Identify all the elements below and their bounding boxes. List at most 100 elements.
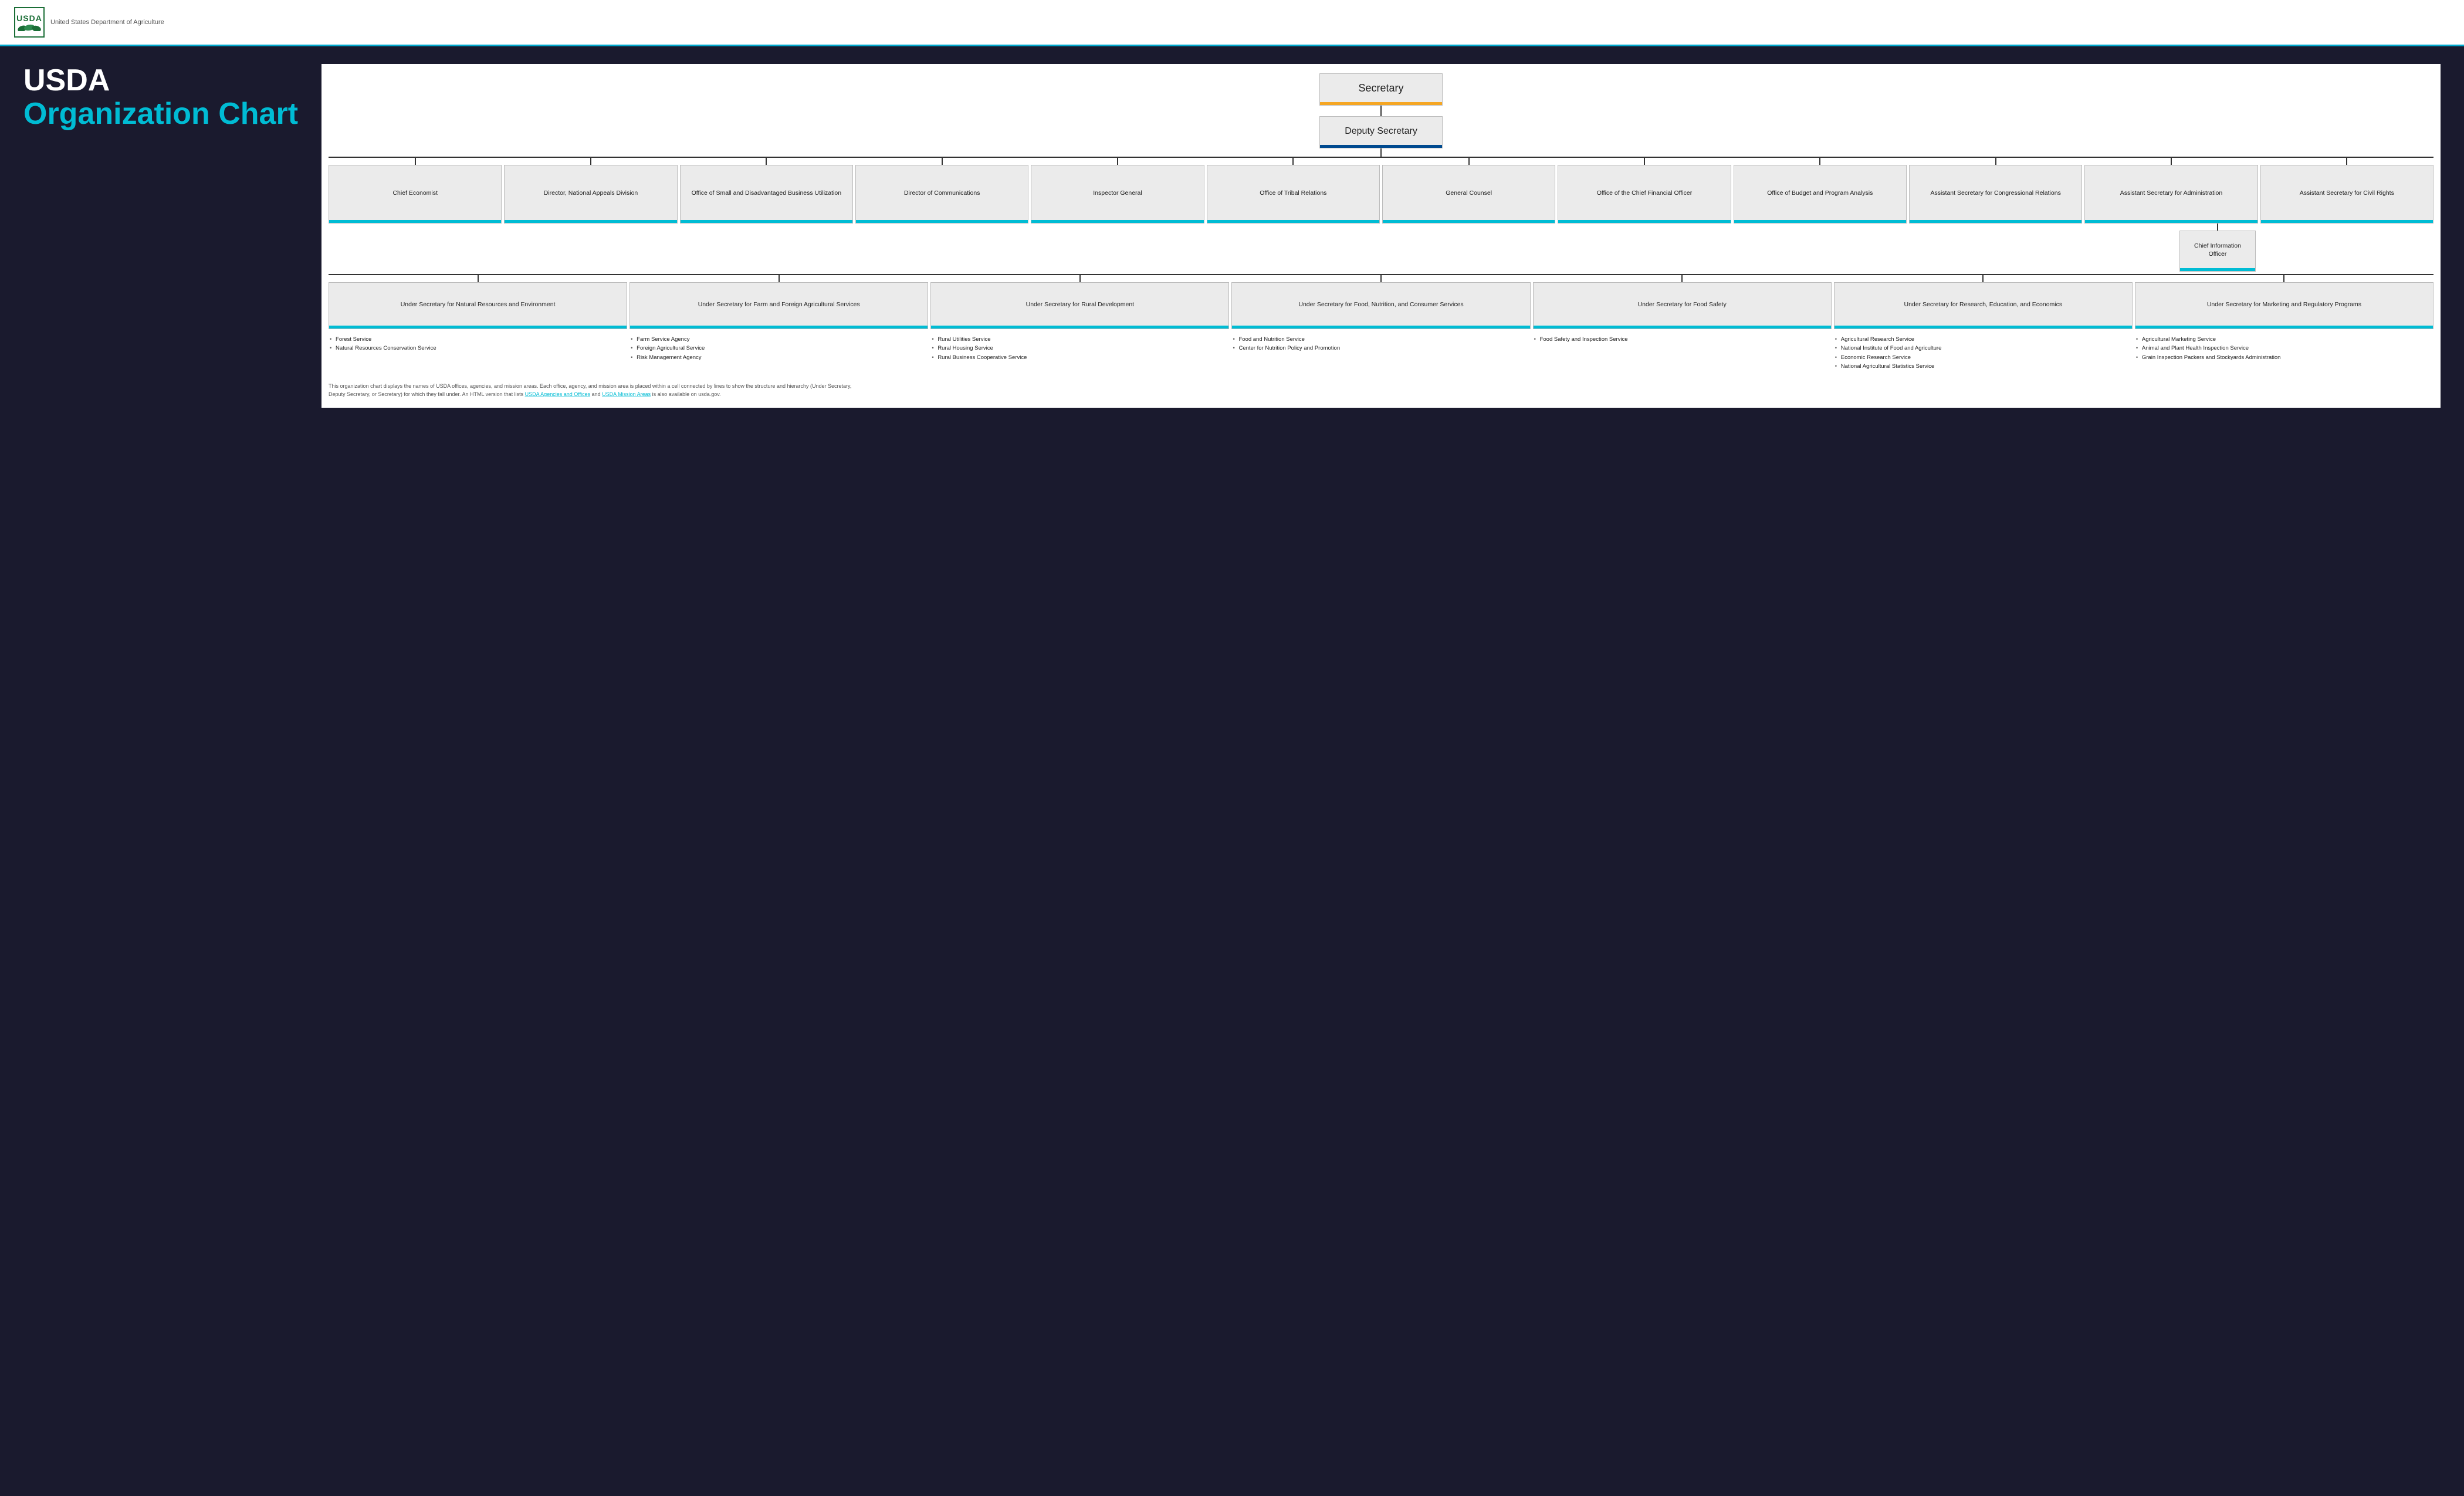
cio-vline <box>2217 224 2218 231</box>
level2-boxes-row: Under Secretary for Natural Resources an… <box>329 282 2433 329</box>
usec-rural-bar <box>931 326 1228 329</box>
director-comm-label: Director of Communications <box>898 165 986 220</box>
asst-sec-admin-bar <box>2085 220 2257 223</box>
office-tribal-label: Office of Tribal Relations <box>1254 165 1332 220</box>
inspector-general-box: Inspector General <box>1031 165 1204 224</box>
footer-text2: and <box>590 391 602 397</box>
chart-title: USDA Organization Chart <box>23 64 298 131</box>
agencies-rural: Rural Utilities Service Rural Housing Se… <box>930 333 1229 373</box>
office-bpa-box: Office of Budget and Program Analysis <box>1734 165 1907 224</box>
usec-rural-box: Under Secretary for Rural Development <box>930 282 1229 329</box>
usec-natural-label: Under Secretary for Natural Resources an… <box>395 283 561 326</box>
agencies-food-nutrition: Food and Nutrition Service Center for Nu… <box>1231 333 1530 373</box>
asst-sec-congressional-bar <box>1910 220 2081 223</box>
level1-boxes-row: Chief Economist Director, National Appea… <box>329 165 2433 224</box>
title-line1: USDA <box>23 64 298 97</box>
fns: Food and Nutrition Service <box>1233 335 1529 344</box>
office-cfo-bar <box>1558 220 1730 223</box>
director-nad-label: Director, National Appeals Division <box>538 165 644 220</box>
title-line2: Organization Chart <box>23 97 298 131</box>
gipsa: Grain Inspection Packers and Stockyards … <box>2136 353 2432 362</box>
office-cfo-label: Office of the Chief Financial Officer <box>1591 165 1698 220</box>
usec-marketing-bar <box>2135 326 2433 329</box>
logo-icon <box>18 23 41 31</box>
inspector-general-label: Inspector General <box>1087 165 1148 220</box>
usec-marketing-label: Under Secretary for Marketing and Regula… <box>2201 283 2367 326</box>
usec-rural-label: Under Secretary for Rural Development <box>1020 283 1140 326</box>
cnpp: Center for Nutrition Policy and Promotio… <box>1233 344 1529 353</box>
rus: Rural Utilities Service <box>932 335 1228 344</box>
rhs: Rural Housing Service <box>932 344 1228 353</box>
office-sdbu-bar <box>681 220 852 223</box>
v-line-2-wrap <box>329 148 2433 157</box>
level1-connector-area <box>329 148 2433 165</box>
deputy-bar <box>1320 145 1442 148</box>
usec-research-bar <box>1835 326 2132 329</box>
nrcs: Natural Resources Conservation Service <box>330 344 626 353</box>
fsa: Farm Service Agency <box>631 335 927 344</box>
usec-food-nutrition-label: Under Secretary for Food, Nutrition, and… <box>1292 283 1469 326</box>
rbcs: Rural Business Cooperative Service <box>932 353 1228 362</box>
asst-sec-civil-bar <box>2261 220 2433 223</box>
office-sdbu-label: Office of Small and Disadvantaged Busine… <box>686 165 847 220</box>
deputy-box: Deputy Secretary <box>1319 116 1443 148</box>
office-cfo-box: Office of the Chief Financial Officer <box>1558 165 1731 224</box>
agencies-farm: Farm Service Agency Foreign Agricultural… <box>629 333 928 373</box>
cio-box: Chief Information Officer <box>2179 231 2256 272</box>
general-counsel-box: General Counsel <box>1382 165 1555 224</box>
office-sdbu-box: Office of Small and Disadvantaged Busine… <box>680 165 853 224</box>
agencies-natural: Forest Service Natural Resources Conserv… <box>329 333 627 373</box>
director-comm-bar <box>856 220 1028 223</box>
usec-farm-box: Under Secretary for Farm and Foreign Agr… <box>629 282 928 329</box>
secretary-label: Secretary <box>1353 74 1410 102</box>
ams: Agricultural Marketing Service <box>2136 335 2432 344</box>
secretary-section: Secretary Deputy Secretary <box>329 73 2433 148</box>
usec-farm-label: Under Secretary for Farm and Foreign Agr… <box>692 283 866 326</box>
usec-food-nutrition-box: Under Secretary for Food, Nutrition, and… <box>1231 282 1530 329</box>
usda-logo: USDA United States Department of Agricul… <box>14 7 164 38</box>
inspector-general-bar <box>1031 220 1203 223</box>
nass: National Agricultural Statistics Service <box>1835 362 2131 371</box>
agencies-row: Forest Service Natural Resources Conserv… <box>329 333 2433 373</box>
chief-economist-bar <box>329 220 501 223</box>
deputy-label: Deputy Secretary <box>1339 117 1423 145</box>
secretary-bar <box>1320 102 1442 105</box>
footer-link2[interactable]: USDA Mission Areas <box>602 391 651 397</box>
chief-economist-box: Chief Economist <box>329 165 502 224</box>
general-counsel-label: General Counsel <box>1440 165 1498 220</box>
footer-link1[interactable]: USDA Agencies and Offices <box>525 391 590 397</box>
usec-food-safety-label: Under Secretary for Food Safety <box>1632 283 1732 326</box>
main-content: USDA Organization Chart Secretary Deputy… <box>0 46 2464 431</box>
director-comm-box: Director of Communications <box>855 165 1028 224</box>
asst-sec-admin-box: Assistant Secretary for Administration <box>2084 165 2257 224</box>
asst-sec-congressional-label: Assistant Secretary for Congressional Re… <box>1924 165 2066 220</box>
office-bpa-bar <box>1734 220 1906 223</box>
cio-connector: Chief Information Officer <box>2179 224 2256 272</box>
usec-natural-box: Under Secretary for Natural Resources an… <box>329 282 627 329</box>
cio-label: Chief Information Officer <box>2180 231 2255 268</box>
logo-box: USDA <box>14 7 45 38</box>
dept-name: United States Department of Agriculture <box>50 19 164 26</box>
usec-food-safety-bar <box>1534 326 1831 329</box>
level2-connector-area <box>329 274 2433 282</box>
chief-economist-label: Chief Economist <box>387 165 443 220</box>
agencies-research: Agricultural Research Service National I… <box>1834 333 2133 373</box>
footer-note: This organization chart displays the nam… <box>329 383 857 398</box>
asst-sec-admin-label: Assistant Secretary for Administration <box>2114 165 2229 220</box>
ars: Agricultural Research Service <box>1835 335 2131 344</box>
aphis: Animal and Plant Health Inspection Servi… <box>2136 344 2432 353</box>
forest-service: Forest Service <box>330 335 626 344</box>
level1-vlines-row <box>329 158 2433 165</box>
ers: Economic Research Service <box>1835 353 2131 362</box>
cio-section: Chief Information Officer <box>329 224 2433 272</box>
director-nad-box: Director, National Appeals Division <box>504 165 677 224</box>
agencies-marketing: Agricultural Marketing Service Animal an… <box>2135 333 2433 373</box>
cio-bar <box>2180 268 2255 271</box>
v-line-1 <box>1380 106 1382 116</box>
footer-text3: is also available on usda.gov. <box>651 391 720 397</box>
usec-food-nutrition-bar <box>1232 326 1529 329</box>
office-tribal-box: Office of Tribal Relations <box>1207 165 1380 224</box>
usec-marketing-box: Under Secretary for Marketing and Regula… <box>2135 282 2433 329</box>
org-chart: Secretary Deputy Secretary <box>321 64 2441 408</box>
general-counsel-bar <box>1383 220 1555 223</box>
